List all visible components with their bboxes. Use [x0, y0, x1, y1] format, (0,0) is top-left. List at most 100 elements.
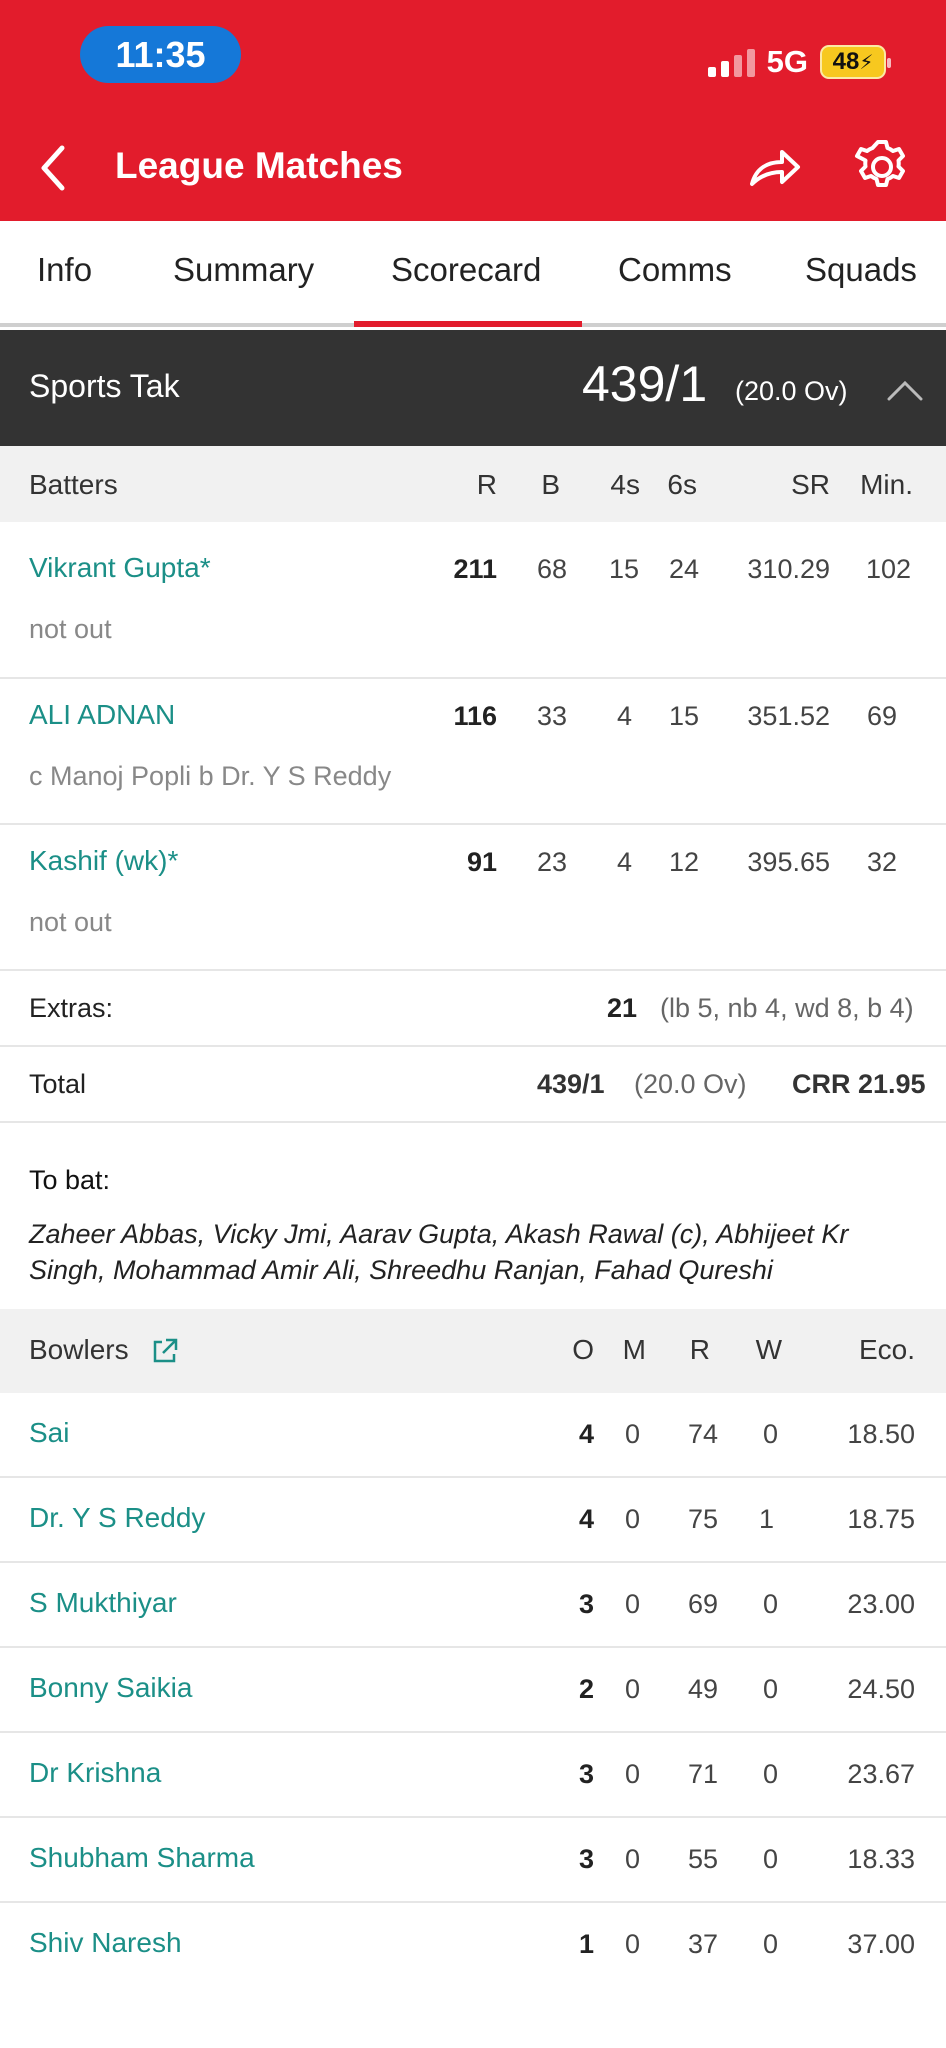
batter-sr: 310.29: [747, 554, 830, 584]
settings-button[interactable]: [853, 138, 911, 196]
bowler-row[interactable]: S Mukthiyar 3 0 69 0 23.00: [0, 1563, 946, 1647]
bowler-economy: 18.33: [847, 1844, 915, 1874]
batter-minutes: 102: [865, 554, 911, 584]
batter-dismissal: not out: [29, 614, 112, 644]
team-overs: (20.0 Ov): [735, 376, 848, 406]
tab-comms[interactable]: Comms: [618, 251, 732, 289]
collapse-button[interactable]: [885, 375, 925, 405]
bowler-wickets: 0: [762, 1419, 778, 1449]
tab-summary[interactable]: Summary: [173, 251, 314, 289]
bowler-overs: 1: [578, 1929, 594, 1959]
bowler-name[interactable]: Sai: [29, 1417, 69, 1449]
batter-row[interactable]: Vikrant Gupta* not out 211 68 15 24 310.…: [0, 522, 946, 677]
tab-squads[interactable]: Squads: [805, 251, 917, 289]
signal-icon: [707, 47, 755, 77]
innings-header[interactable]: Sports Tak 439/1 (20.0 Ov): [0, 330, 946, 446]
bowler-runs: 75: [687, 1504, 718, 1534]
batter-balls: 33: [536, 701, 567, 731]
bowler-wickets: 1: [758, 1504, 774, 1534]
batter-balls: 68: [536, 554, 567, 584]
gear-icon: [855, 140, 905, 187]
batter-minutes: 32: [866, 847, 897, 877]
header-minutes: Min.: [860, 469, 913, 500]
status-time: 11:35: [80, 26, 241, 83]
bowler-economy: 18.75: [847, 1504, 915, 1534]
bowler-name[interactable]: Dr Krishna: [29, 1757, 161, 1789]
header-bowlers: Bowlers: [29, 1334, 129, 1365]
bowler-overs: 4: [578, 1504, 594, 1534]
batter-dismissal: not out: [29, 907, 112, 937]
header-wickets: W: [755, 1334, 782, 1365]
batter-name[interactable]: Vikrant Gupta*: [29, 552, 211, 584]
header-runs: R: [476, 469, 497, 500]
status-icons: 5G 48 ⚡: [707, 40, 891, 84]
header-bowl-runs: R: [689, 1334, 710, 1365]
header-fours: 4s: [610, 469, 640, 500]
bowler-maidens: 0: [624, 1674, 640, 1704]
batter-runs: 116: [453, 701, 497, 731]
bowler-economy: 18.50: [847, 1419, 915, 1449]
bowler-maidens: 0: [624, 1929, 640, 1959]
batter-runs: 211: [453, 554, 497, 584]
batter-name[interactable]: ALI ADNAN: [29, 699, 175, 731]
team-name: Sports Tak: [29, 368, 180, 404]
batter-sixes: 15: [668, 701, 699, 731]
bowler-maidens: 0: [624, 1419, 640, 1449]
active-tab-indicator: [354, 321, 582, 327]
page-title: League Matches: [115, 145, 403, 186]
bowlers-header: Bowlers O M R W Eco.: [0, 1309, 946, 1393]
bowler-maidens: 0: [624, 1844, 640, 1874]
batter-minutes: 69: [866, 701, 897, 731]
bowler-economy: 37.00: [847, 1929, 915, 1959]
batter-dismissal: c Manoj Popli b Dr. Y S Reddy: [29, 761, 392, 791]
header-sixes: 6s: [667, 469, 697, 500]
bowler-runs: 55: [687, 1844, 718, 1874]
batter-sixes: 12: [668, 847, 699, 877]
bowler-overs: 3: [578, 1844, 594, 1874]
current-run-rate: CRR 21.95: [792, 1069, 926, 1099]
bowler-name[interactable]: Bonny Saikia: [29, 1672, 192, 1704]
bowler-name[interactable]: Shiv Naresh: [29, 1927, 182, 1959]
bowler-economy: 24.50: [847, 1674, 915, 1704]
bowler-row[interactable]: Dr. Y S Reddy 4 0 75 1 18.75: [0, 1478, 946, 1562]
total-score: 439/1: [537, 1069, 605, 1099]
back-button[interactable]: [30, 138, 80, 198]
bowler-row[interactable]: Shiv Naresh 1 0 37 0 37.00: [0, 1903, 946, 1987]
bowler-wickets: 0: [762, 1844, 778, 1874]
extras-row: Extras: 21 (lb 5, nb 4, wd 8, b 4): [0, 971, 946, 1046]
network-type: 5G: [766, 44, 808, 79]
bowler-row[interactable]: Bonny Saikia 2 0 49 0 24.50: [0, 1648, 946, 1732]
extras-total: 21: [607, 993, 638, 1023]
battery-icon: 48 ⚡: [820, 45, 891, 79]
bowler-overs: 3: [578, 1759, 594, 1789]
bowler-economy: 23.00: [847, 1589, 915, 1619]
bowler-row[interactable]: Shubham Sharma 3 0 55 0 18.33: [0, 1818, 946, 1902]
batter-fours: 4: [616, 847, 632, 877]
batter-name[interactable]: Kashif (wk)*: [29, 845, 178, 877]
chevron-up-icon: [887, 380, 923, 401]
bowler-name[interactable]: Dr. Y S Reddy: [29, 1502, 205, 1534]
bowler-runs: 37: [687, 1929, 718, 1959]
total-overs: (20.0 Ov): [634, 1069, 747, 1099]
to-bat-label: To bat:: [29, 1165, 111, 1195]
tab-scorecard[interactable]: Scorecard: [391, 251, 541, 289]
bowler-name[interactable]: S Mukthiyar: [29, 1587, 177, 1619]
header-batters: Batters: [29, 469, 118, 500]
external-link-button[interactable]: [150, 1336, 180, 1366]
bowler-maidens: 0: [624, 1504, 640, 1534]
batter-sr: 351.52: [747, 701, 830, 731]
chevron-left-icon: [41, 145, 65, 191]
share-button[interactable]: [746, 138, 804, 196]
bowler-name[interactable]: Shubham Sharma: [29, 1842, 255, 1874]
divider: [0, 1121, 946, 1123]
bowler-row[interactable]: Sai 4 0 74 0 18.50: [0, 1393, 946, 1477]
tab-info[interactable]: Info: [37, 251, 92, 289]
total-label: Total: [29, 1069, 87, 1099]
bowler-overs: 3: [578, 1589, 594, 1619]
batter-row[interactable]: Kashif (wk)* not out 91 23 4 12 395.65 3…: [0, 825, 946, 970]
bowler-wickets: 0: [762, 1759, 778, 1789]
to-bat-players: Zaheer Abbas, Vicky Jmi, Aarav Gupta, Ak…: [29, 1219, 849, 1285]
batter-row[interactable]: ALI ADNAN c Manoj Popli b Dr. Y S Reddy …: [0, 679, 946, 824]
bowler-wickets: 0: [762, 1929, 778, 1959]
bowler-row[interactable]: Dr Krishna 3 0 71 0 23.67: [0, 1733, 946, 1817]
